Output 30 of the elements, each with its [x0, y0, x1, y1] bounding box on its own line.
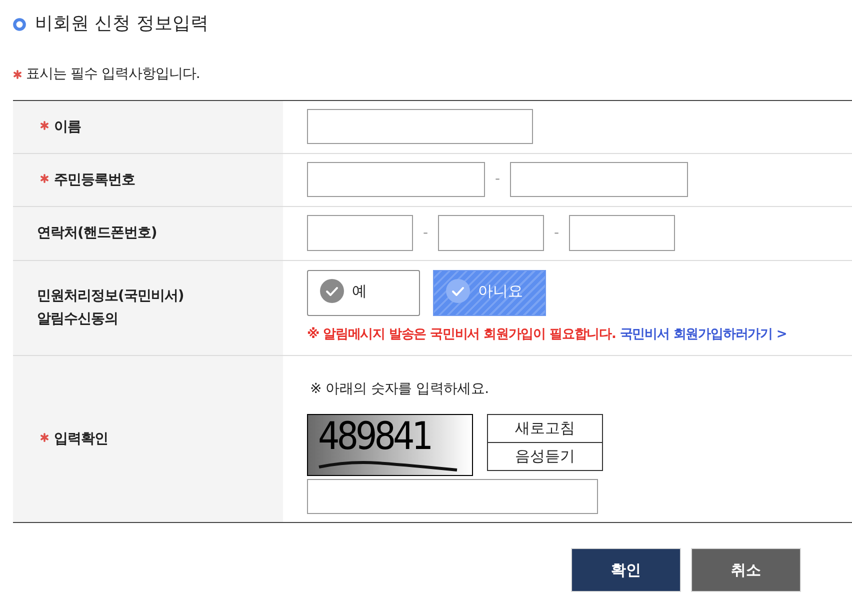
- section-title: 비회원 신청 정보입력: [35, 12, 208, 36]
- input-field[interactable]: [307, 479, 598, 514]
- check-circle-icon: [320, 279, 344, 303]
- input-field[interactable]: [569, 215, 675, 251]
- input-field[interactable]: [307, 162, 485, 197]
- field-label: 입력확인: [54, 430, 108, 448]
- required-asterisk-icon: [13, 70, 22, 78]
- ring-bullet-icon: [13, 18, 26, 30]
- input-field[interactable]: [307, 215, 413, 251]
- captcha-instruction: ※ 아래의 숫자를 입력하세요.: [309, 380, 489, 399]
- field-label: 이름: [54, 118, 81, 136]
- check-circle-icon: [446, 279, 470, 303]
- input-field[interactable]: [438, 215, 544, 251]
- field-label: 연락처(핸드폰번호): [37, 224, 157, 243]
- signup-warning: ※ 알림메시지 발송은 국민비서 회원가입이 필요합니다.: [307, 327, 616, 342]
- required-note: 표시는 필수 입력사항입니다.: [26, 64, 200, 84]
- separator-dash: -: [422, 224, 430, 242]
- captcha-button[interactable]: 새로고침: [487, 414, 603, 443]
- captcha-digits: 489841: [318, 416, 430, 456]
- field-label: 주민등록번호: [54, 170, 135, 190]
- consent-option[interactable]: 예: [307, 270, 420, 316]
- captcha-button[interactable]: 음성듣기: [487, 442, 603, 471]
- input-field[interactable]: [510, 162, 688, 197]
- separator-dash: -: [494, 170, 502, 189]
- form-button[interactable]: 확인: [571, 548, 681, 592]
- signup-link[interactable]: 국민비서 회원가입하러가기 >: [620, 327, 787, 342]
- field-label: 민원처리정보(국민비서) 알림수신동의: [37, 287, 184, 329]
- input-field[interactable]: [307, 109, 533, 144]
- form-button[interactable]: 취소: [691, 548, 801, 592]
- separator-dash: -: [552, 224, 560, 242]
